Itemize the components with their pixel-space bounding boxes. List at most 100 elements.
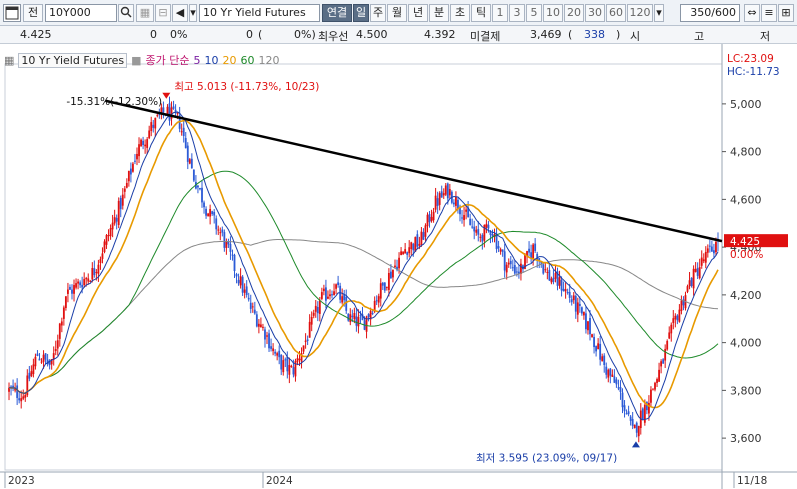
- zoom-icon[interactable]: ⇔: [744, 4, 760, 22]
- candle-body: [85, 278, 88, 280]
- unsettled-change: 338: [584, 28, 605, 41]
- candle-body: [385, 286, 388, 288]
- candle-body: [219, 232, 222, 234]
- candle-body: [30, 371, 33, 377]
- price-chart[interactable]: 5,0004,8004,6004,4004,2004,0003,8003,600…: [0, 44, 797, 489]
- period-day[interactable]: 일: [353, 4, 369, 22]
- candle-body: [288, 365, 291, 375]
- candle-body: [479, 236, 482, 238]
- tick-60[interactable]: 60: [606, 4, 626, 22]
- candle-body: [243, 289, 246, 293]
- sound-icon[interactable]: ◀: [172, 4, 188, 22]
- candle-body: [607, 369, 610, 378]
- candle-body: [589, 318, 591, 335]
- candle-body: [554, 273, 557, 279]
- candle-body: [331, 294, 333, 296]
- bar-count-input[interactable]: 350/600: [680, 4, 740, 22]
- candle-body: [146, 139, 149, 148]
- settings-icon[interactable]: ≡: [761, 4, 777, 22]
- candle-body: [205, 208, 207, 216]
- candle-body: [515, 271, 518, 273]
- candle-body: [611, 374, 614, 377]
- tick-10[interactable]: 10: [543, 4, 563, 22]
- candle-body: [473, 226, 476, 232]
- candle-body: [91, 267, 94, 280]
- candle-body: [666, 340, 669, 350]
- tick-1[interactable]: 1: [492, 4, 508, 22]
- candle-body: [40, 361, 43, 363]
- tab-linked[interactable]: 연결: [322, 4, 352, 22]
- candle-body: [235, 274, 238, 277]
- expand-icon[interactable]: ⊞: [778, 4, 794, 22]
- candle-body: [672, 318, 675, 324]
- candle-body: [511, 267, 514, 269]
- y-tick-label: 3,800: [730, 384, 762, 397]
- candle-body: [335, 284, 337, 289]
- candle-body: [562, 288, 565, 292]
- code-input[interactable]: 10Y000: [45, 4, 117, 22]
- period-second[interactable]: 초: [450, 4, 470, 22]
- candle-body: [481, 234, 484, 242]
- candle-body: [310, 316, 313, 325]
- x-tick-label: 2023: [8, 475, 35, 487]
- quote-bar: 4.425 0 0% 0 ( 0%) 최우선 4.500 4.392 미결제 3…: [0, 26, 797, 44]
- candle-body: [274, 351, 277, 354]
- candle-body: [702, 259, 705, 262]
- candle-body: [266, 335, 268, 337]
- legend-title: 10 Yr Yield Futures: [18, 53, 128, 68]
- search-icon[interactable]: [118, 4, 134, 22]
- candle-body: [270, 346, 272, 349]
- period-year[interactable]: 년: [408, 4, 428, 22]
- candle-body: [38, 358, 41, 361]
- paren-open: (: [568, 28, 573, 41]
- candle-body: [201, 187, 203, 203]
- candle-body: [56, 340, 59, 349]
- type-button[interactable]: 전: [23, 4, 43, 22]
- window-icon[interactable]: [3, 4, 21, 22]
- candle-body: [255, 314, 258, 327]
- tick-120[interactable]: 120: [627, 4, 653, 22]
- candle-body: [168, 103, 171, 121]
- candle-body: [593, 336, 595, 348]
- candle-body: [582, 312, 585, 316]
- candle-body: [268, 333, 270, 349]
- candle-body: [485, 223, 488, 228]
- period-week[interactable]: 주: [370, 4, 386, 22]
- tick-20[interactable]: 20: [564, 4, 584, 22]
- calc-icon[interactable]: ▦: [136, 4, 154, 22]
- candle-body: [501, 249, 504, 252]
- candle-body: [528, 248, 530, 253]
- candle-body: [280, 354, 283, 370]
- candle-body: [461, 217, 463, 219]
- legend-ma10: 10: [204, 54, 219, 67]
- chevron-down-icon[interactable]: ▾: [189, 4, 197, 22]
- candle-body: [568, 291, 571, 298]
- tick-3[interactable]: 3: [509, 4, 525, 22]
- period-tick[interactable]: 틱: [471, 4, 491, 22]
- candle-body: [20, 398, 23, 402]
- candle-body: [237, 279, 240, 284]
- legend-ma5: 5: [193, 54, 201, 67]
- unsettled-value: 3,469: [530, 28, 562, 41]
- candle-body: [276, 353, 279, 356]
- candle-body: [668, 332, 671, 339]
- candle-body: [383, 282, 386, 291]
- candle-body: [688, 280, 691, 287]
- candle-body: [113, 217, 116, 224]
- candle-body: [34, 356, 37, 367]
- candle-body: [497, 246, 500, 249]
- period-month[interactable]: 월: [387, 4, 407, 22]
- chevron-down-icon[interactable]: ▾: [654, 4, 664, 22]
- candle-body: [245, 286, 248, 295]
- link-icon[interactable]: ⊟: [155, 4, 171, 22]
- tick-5[interactable]: 5: [526, 4, 542, 22]
- candle-body: [333, 291, 335, 296]
- candle-body: [103, 241, 106, 253]
- period-minute[interactable]: 분: [429, 4, 449, 22]
- tick-30[interactable]: 30: [585, 4, 605, 22]
- candle-body: [32, 364, 35, 375]
- candle-body: [272, 348, 275, 352]
- candle-body: [390, 271, 392, 279]
- candle-body: [223, 232, 226, 248]
- candle-body: [414, 237, 417, 252]
